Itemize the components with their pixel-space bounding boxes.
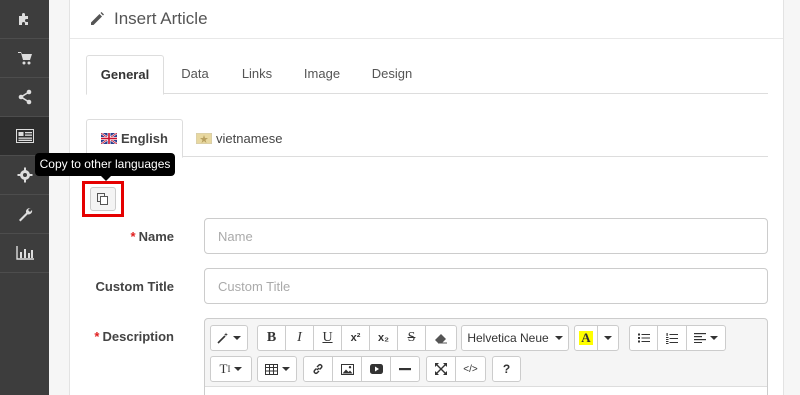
table-dropdown[interactable] (257, 356, 297, 382)
copy-icon (97, 193, 108, 205)
main-tabs: General Data Links Image Design (86, 55, 768, 95)
sidebar-item-sales[interactable] (0, 39, 49, 78)
tab-links[interactable]: Links (231, 55, 283, 94)
share-icon (18, 89, 31, 105)
insert-video-button[interactable] (361, 356, 391, 382)
sidebar-item-marketing[interactable] (0, 78, 49, 117)
page-title: Insert Article (114, 9, 208, 28)
fullscreen-button[interactable] (426, 356, 456, 382)
required-marker: * (94, 329, 100, 344)
tab-image[interactable]: Image (295, 55, 349, 94)
gear-icon (17, 167, 32, 183)
highlight-color-button[interactable]: A (574, 325, 598, 351)
clear-format-button[interactable] (425, 325, 457, 351)
description-editor: B I U x² x₂ S Helvetica Neue A TI </> ? (204, 318, 768, 395)
paragraph-align-dropdown[interactable] (686, 325, 726, 351)
tooltip: Copy to other languages (35, 153, 175, 181)
tab-language-label: English (121, 131, 168, 146)
highlight-icon: A (579, 330, 593, 345)
bold-button[interactable]: B (257, 325, 286, 351)
tab-language-vietnamese[interactable]: vietnamese (196, 119, 282, 157)
sidebar (0, 0, 49, 395)
font-name-label: Helvetica Neue (467, 331, 549, 345)
panel-heading: Insert Article (70, 0, 783, 39)
magic-wand-icon (217, 332, 228, 344)
font-size-dropdown[interactable]: TI (210, 356, 252, 382)
pencil-icon (91, 12, 104, 25)
ordered-list-button[interactable] (657, 325, 687, 351)
required-marker: * (130, 229, 136, 244)
copy-to-other-languages-button[interactable] (90, 187, 116, 211)
tab-general[interactable]: General (86, 55, 164, 95)
name-label-text: Name (138, 229, 174, 244)
link-icon (313, 364, 323, 374)
numbered-list-icon (666, 332, 678, 344)
horizontal-rule-icon (399, 368, 411, 371)
bullet-list-icon (637, 333, 650, 343)
uk-flag-icon (101, 133, 117, 144)
style-dropdown[interactable] (210, 325, 248, 351)
tooltip-text: Copy to other languages (39, 157, 171, 171)
copy-button-highlight (82, 181, 124, 217)
newspaper-icon (15, 129, 34, 143)
tab-language-label: vietnamese (216, 130, 283, 146)
sidebar-item-extensions[interactable] (0, 0, 49, 39)
insert-picture-button[interactable] (332, 356, 362, 382)
subscript-button[interactable]: x₂ (369, 325, 398, 351)
help-button[interactable]: ? (492, 356, 521, 382)
horizontal-rule-button[interactable] (390, 356, 420, 382)
bar-chart-icon (15, 246, 34, 260)
name-label: * Name (80, 229, 174, 244)
code-view-button[interactable]: </> (455, 356, 486, 382)
custom-title-input[interactable] (204, 268, 768, 304)
superscript-button[interactable]: x² (341, 325, 370, 351)
cart-icon (17, 52, 32, 65)
strikethrough-button[interactable]: S (397, 325, 426, 351)
tab-data[interactable]: Data (172, 55, 218, 94)
puzzle-icon (18, 13, 28, 25)
underline-button[interactable]: U (313, 325, 342, 351)
tooltip-arrow (101, 176, 111, 181)
description-label: * Description (60, 329, 174, 344)
sidebar-item-system[interactable] (0, 195, 49, 234)
description-label-text: Description (102, 329, 174, 344)
wrench-icon (18, 208, 32, 222)
align-left-icon (694, 333, 706, 343)
editor-content-area[interactable] (205, 386, 767, 395)
fullscreen-icon (435, 363, 447, 375)
highlight-color-dropdown[interactable] (597, 325, 619, 351)
sidebar-item-reports[interactable] (0, 234, 49, 273)
font-name-dropdown[interactable]: Helvetica Neue (461, 325, 569, 351)
unordered-list-button[interactable] (629, 325, 658, 351)
video-icon (369, 364, 383, 374)
custom-title-label: Custom Title (95, 279, 175, 294)
table-icon (264, 363, 278, 375)
sidebar-item-articles[interactable] (0, 117, 49, 156)
text-size-icon: T (219, 361, 228, 376)
vietnamese-flag-icon (196, 132, 212, 144)
picture-icon (340, 363, 354, 375)
tab-design[interactable]: Design (365, 55, 419, 94)
italic-button[interactable]: I (285, 325, 314, 351)
name-input[interactable] (204, 218, 768, 254)
text-size-icon-small: I (227, 364, 231, 374)
link-button[interactable] (303, 356, 333, 382)
language-tabs: English vietnamese (86, 119, 768, 158)
eraser-icon (435, 334, 447, 344)
